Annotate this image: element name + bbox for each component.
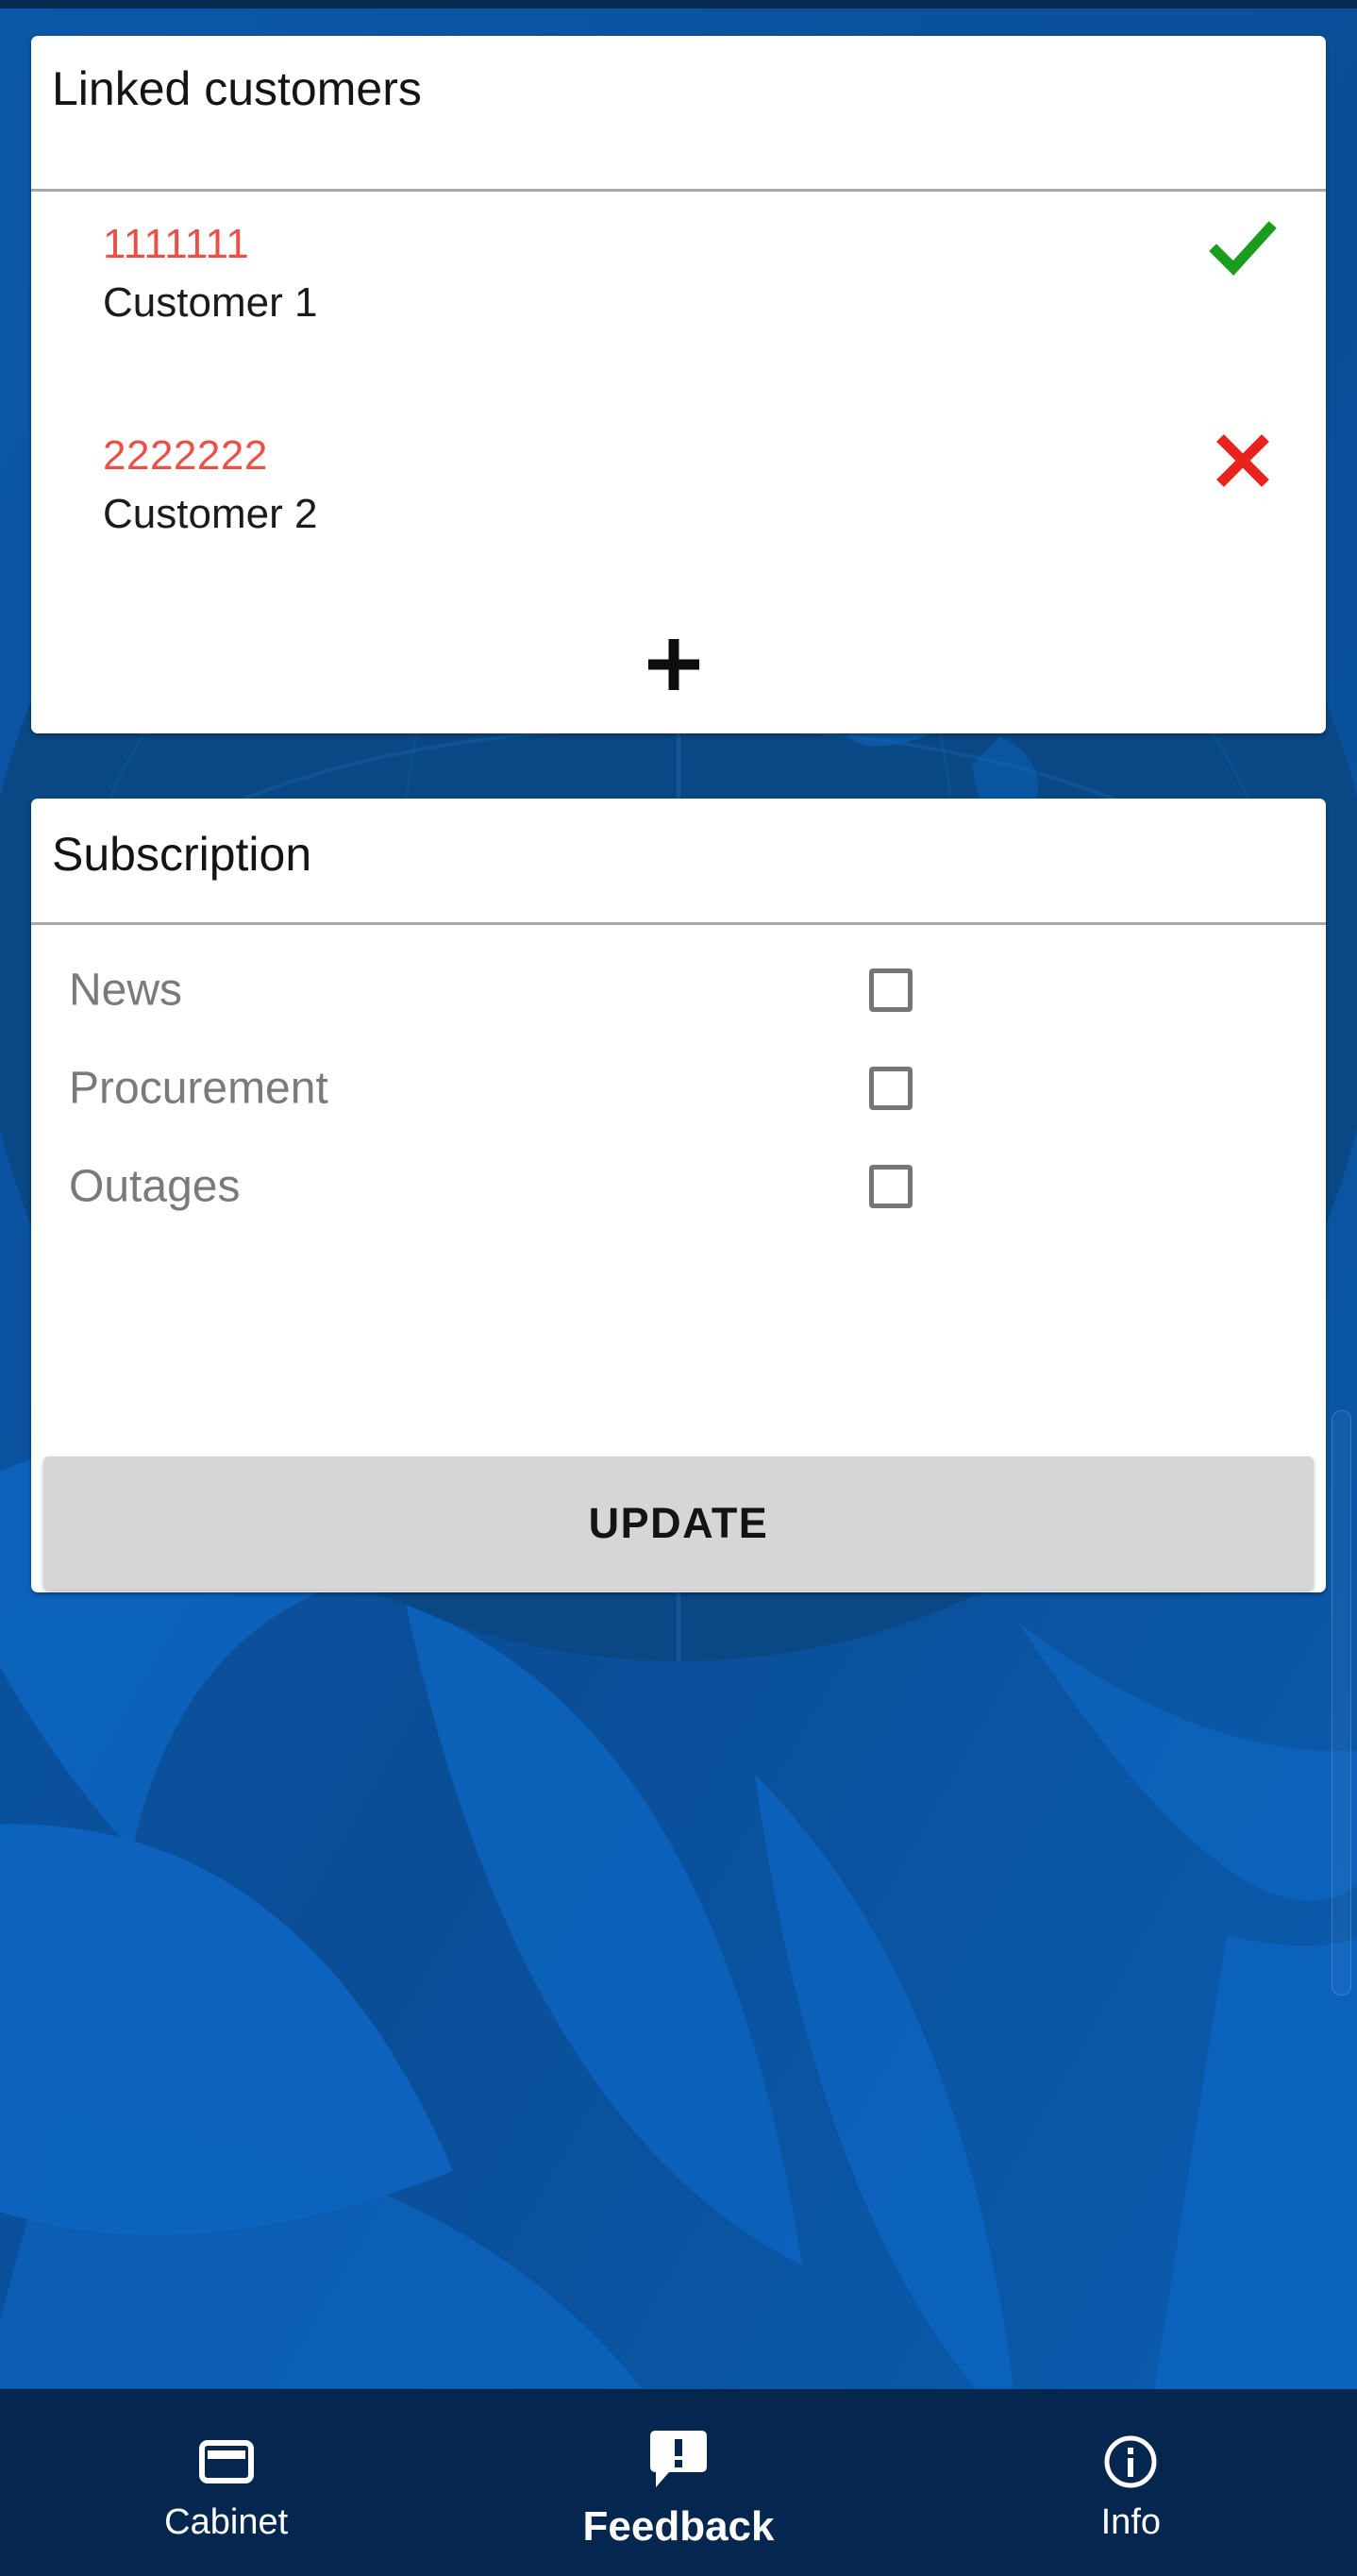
- speech-bubble-alert-icon: [645, 2425, 712, 2493]
- card-divider: [31, 922, 1326, 925]
- app-screen: Linked customers 1111111 Customer 1 2222…: [0, 0, 1357, 2576]
- nav-item-feedback[interactable]: Feedback: [452, 2389, 904, 2576]
- nav-item-info[interactable]: Info: [905, 2389, 1357, 2576]
- nav-label-cabinet: Cabinet: [164, 2502, 289, 2542]
- card-icon: [197, 2433, 256, 2491]
- bottom-navigation-bar: Cabinet Feedback Info: [0, 2389, 1357, 2576]
- scrollbar[interactable]: [1332, 1410, 1351, 1995]
- info-circle-icon: [1101, 2433, 1160, 2491]
- checkbox-outages[interactable]: [869, 1165, 913, 1208]
- customer-id: 1111111: [103, 221, 250, 267]
- linked-customers-card: Linked customers 1111111 Customer 1 2222…: [31, 36, 1326, 733]
- status-bar-strip: [0, 0, 1357, 8]
- customer-id: 2222222: [103, 432, 268, 479]
- customer-name: Customer 2: [103, 491, 318, 537]
- check-icon[interactable]: [1207, 213, 1279, 285]
- linked-customers-title: Linked customers: [52, 62, 422, 115]
- list-item[interactable]: Procurement: [31, 1039, 1326, 1137]
- subscription-title: Subscription: [52, 828, 312, 881]
- cross-icon[interactable]: [1207, 425, 1279, 497]
- subscription-label-procurement: Procurement: [69, 1063, 328, 1114]
- subscription-label-outages: Outages: [69, 1161, 241, 1212]
- nav-item-cabinet[interactable]: Cabinet: [0, 2389, 452, 2576]
- nav-label-info: Info: [1100, 2502, 1162, 2542]
- card-divider: [31, 189, 1326, 192]
- subscription-card: Subscription News Procurement Outages UP…: [31, 799, 1326, 1592]
- add-customer-button[interactable]: [637, 628, 711, 701]
- subscription-label-news: News: [69, 965, 183, 1016]
- nav-label-feedback: Feedback: [582, 2503, 775, 2550]
- customer-name: Customer 1: [103, 279, 318, 326]
- list-item[interactable]: News: [31, 941, 1326, 1039]
- list-item[interactable]: Outages: [31, 1137, 1326, 1236]
- checkbox-procurement[interactable]: [869, 1067, 913, 1110]
- checkbox-news[interactable]: [869, 968, 913, 1012]
- update-button[interactable]: UPDATE: [43, 1456, 1314, 1590]
